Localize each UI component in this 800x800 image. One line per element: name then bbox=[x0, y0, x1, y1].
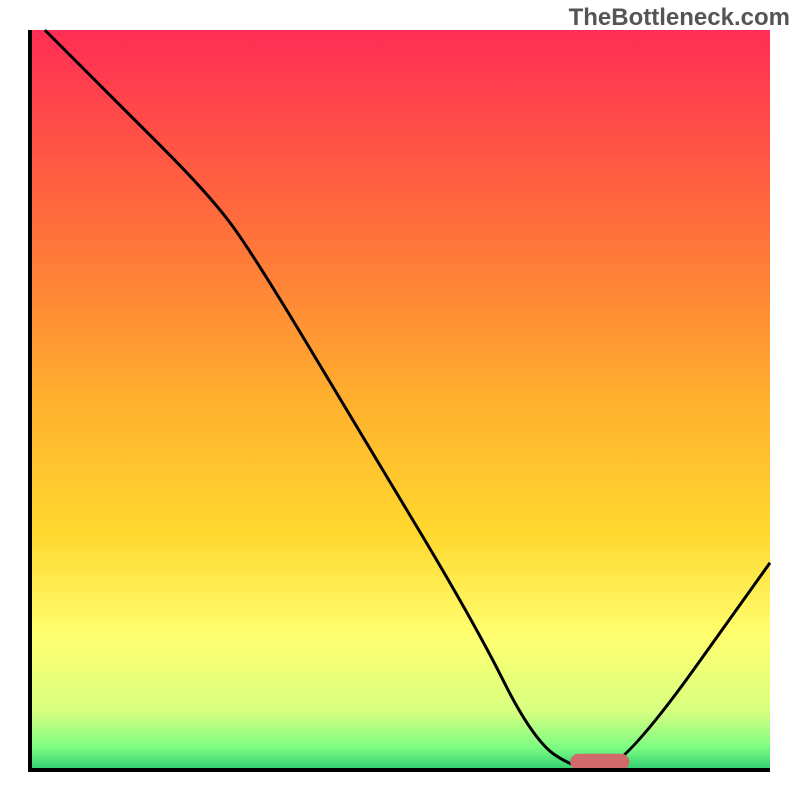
gradient-background bbox=[30, 30, 770, 770]
optimal-marker bbox=[570, 754, 629, 770]
watermark-text: TheBottleneck.com bbox=[569, 4, 790, 32]
chart-container: TheBottleneck.com bbox=[0, 0, 800, 800]
bottleneck-chart bbox=[0, 0, 800, 800]
